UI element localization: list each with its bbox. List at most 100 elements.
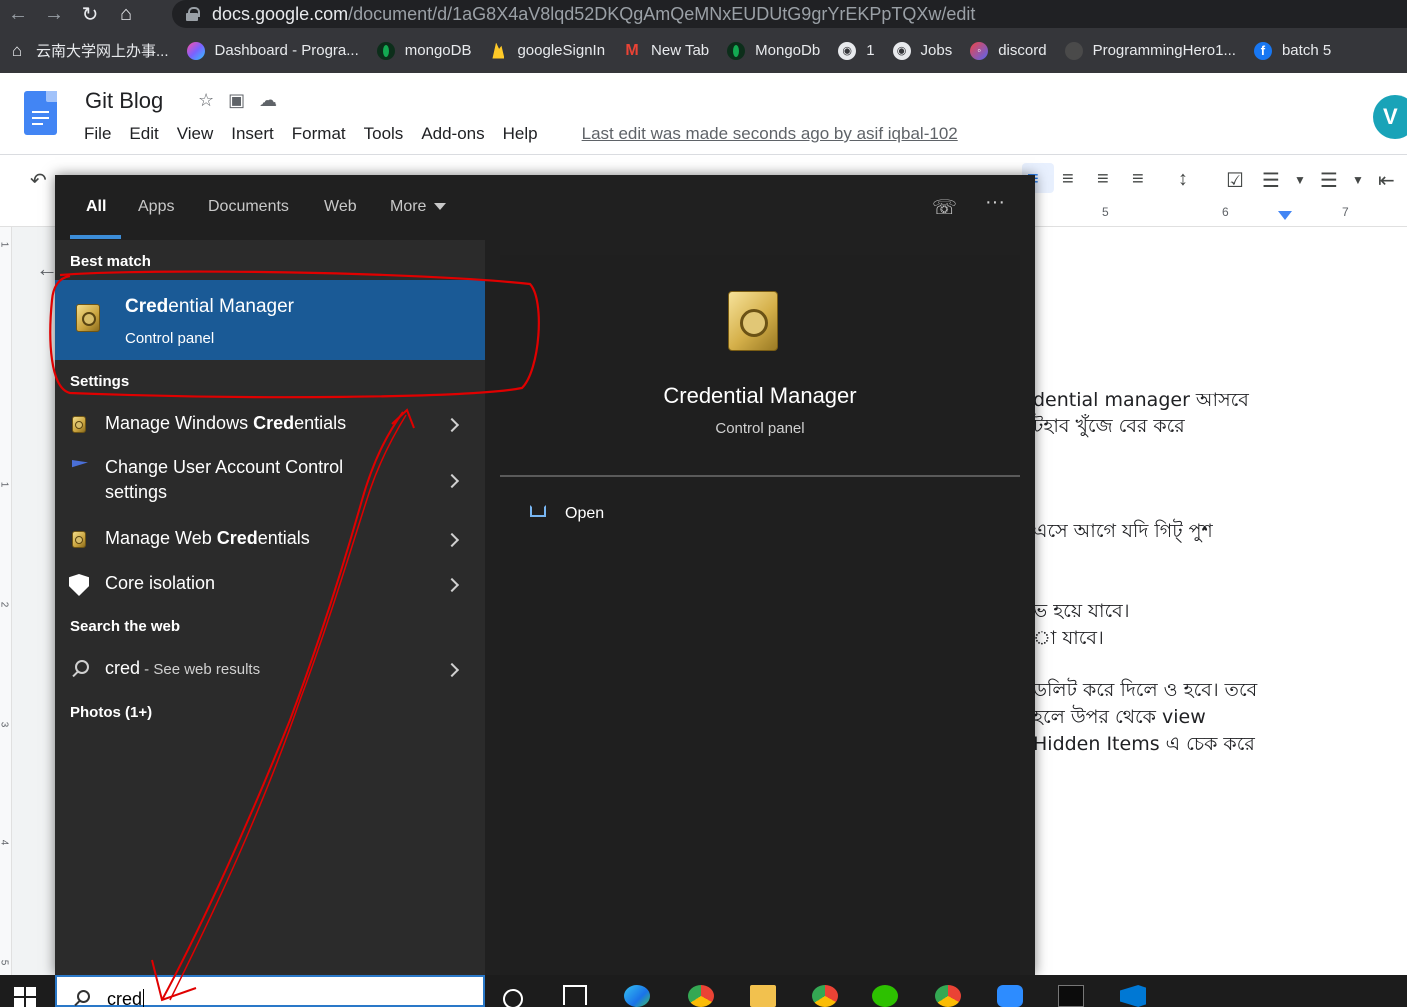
document-title[interactable]: Git Blog <box>85 88 163 114</box>
menu-edit[interactable]: Edit <box>129 124 158 144</box>
line-spacing-icon[interactable]: ↕ <box>1178 168 1188 191</box>
reload-icon[interactable]: ↻ <box>72 0 108 28</box>
docs-logo-icon[interactable] <box>24 91 57 135</box>
result-change-uac-settings[interactable]: Change User Account Control settings <box>55 452 485 512</box>
cloud-status-icon[interactable]: ☁ <box>259 90 277 111</box>
address-bar[interactable]: docs.google.com /document/d/1aG8X4aV8lqd… <box>172 0 1407 28</box>
align-center-icon[interactable]: ≡ <box>1062 168 1074 191</box>
last-edit-link[interactable]: Last edit was made seconds ago by asif i… <box>582 124 958 144</box>
result-web-search[interactable]: cred - See web results <box>55 650 485 690</box>
tab-apps[interactable]: Apps <box>138 198 174 216</box>
chevron-down-icon[interactable]: ▼ <box>1294 173 1306 187</box>
colorful-feather-icon <box>186 41 205 60</box>
more-options-icon[interactable]: ··· <box>985 191 1005 214</box>
star-icon[interactable]: ☆ <box>198 90 214 111</box>
firebase-icon <box>489 42 507 60</box>
tab-documents[interactable]: Documents <box>208 198 289 216</box>
open-icon <box>530 505 546 517</box>
home-icon[interactable]: ⌂ <box>108 0 144 28</box>
ruler-number: 4 <box>0 840 9 846</box>
result-manage-windows-credentials[interactable]: Manage Windows Credentials <box>55 405 485 445</box>
indent-marker-icon[interactable] <box>1278 211 1292 220</box>
result-label: Manage Web Credentials <box>105 526 310 551</box>
avatar[interactable]: V <box>1373 95 1407 139</box>
browser-toolbar: ← → ↻ ⌂ docs.google.com /document/d/1aG8… <box>0 0 1407 28</box>
align-right-icon[interactable]: ≡ <box>1097 168 1109 191</box>
undo-icon[interactable]: ↶ <box>30 168 47 193</box>
bookmark-label: Jobs <box>920 42 953 59</box>
menu-addons[interactable]: Add-ons <box>421 124 484 144</box>
bookmark-item[interactable]: ◦ discord <box>970 41 1047 60</box>
zoom-icon[interactable] <box>997 985 1023 1007</box>
bookmark-item[interactable]: MongoDb <box>727 41 820 60</box>
chrome-icon[interactable] <box>812 985 838 1007</box>
forward-icon[interactable]: → <box>36 0 72 28</box>
shield-icon <box>69 574 89 596</box>
result-core-isolation[interactable]: Core isolation <box>55 565 485 605</box>
chevron-down-icon[interactable]: ▼ <box>1352 173 1364 187</box>
justify-icon[interactable]: ≡ <box>1132 168 1144 191</box>
checklist-icon[interactable]: ☑ <box>1226 168 1244 193</box>
chrome-icon[interactable] <box>935 985 961 1007</box>
cortana-icon[interactable] <box>503 989 523 1007</box>
bookmark-item[interactable]: ◉ Jobs <box>892 41 953 60</box>
task-view-icon[interactable] <box>563 985 587 1005</box>
photos-heading[interactable]: Photos (1+) <box>70 704 152 721</box>
bookmark-label: discord <box>998 42 1047 59</box>
settings-heading: Settings <box>70 373 130 390</box>
chevron-right-icon <box>444 662 460 678</box>
back-icon[interactable]: ← <box>0 0 36 28</box>
bookmark-label: batch 5 <box>1281 42 1332 59</box>
bookmarks-bar: ⌂ 云南大学网上办事... Dashboard - Progra... mongo… <box>0 28 1407 73</box>
bookmark-item[interactable]: ◉ 1 <box>838 41 875 60</box>
ruler-number: 6 <box>1222 205 1229 219</box>
chrome-icon[interactable] <box>688 985 714 1007</box>
taskbar-search-input[interactable]: cred <box>55 975 485 1007</box>
tab-more[interactable]: More <box>390 198 447 216</box>
menu-format[interactable]: Format <box>292 124 346 144</box>
ruler-number: 1 <box>0 242 9 248</box>
open-button[interactable]: Open <box>565 505 604 523</box>
safe-vault-icon <box>72 416 86 433</box>
vscode-icon[interactable] <box>1120 985 1146 1007</box>
bookmark-item[interactable]: ProgrammingHero1... <box>1064 41 1236 60</box>
bookmark-item[interactable]: ⌂ 云南大学网上办事... <box>8 40 169 61</box>
url-path: /document/d/1aG8X4aV8lqd52DKQgAmQeMNxEUD… <box>348 3 976 24</box>
bulleted-list-icon[interactable]: ☰ <box>1262 168 1280 193</box>
bookmark-item[interactable]: f batch 5 <box>1253 41 1332 60</box>
bookmark-label: Dashboard - Progra... <box>214 42 359 59</box>
bookmark-item[interactable]: Dashboard - Progra... <box>186 41 359 60</box>
numbered-list-icon[interactable]: ☰ <box>1320 168 1338 193</box>
result-label-text: Manage Web <box>105 528 217 548</box>
edge-icon[interactable] <box>624 985 650 1007</box>
tab-web[interactable]: Web <box>324 198 357 216</box>
feedback-icon[interactable]: ☏ <box>932 195 957 220</box>
menu-insert[interactable]: Insert <box>231 124 274 144</box>
best-match-credential-manager[interactable]: Credential Manager Control panel <box>55 280 485 360</box>
bookmark-label: googleSignIn <box>517 42 606 59</box>
best-match-title: Credential Manager <box>125 296 294 318</box>
bookmark-item[interactable]: mongoDB <box>376 41 471 60</box>
preview-divider <box>500 475 1020 477</box>
windows-start-icon[interactable] <box>14 987 36 1007</box>
decrease-indent-icon[interactable]: ⇤ <box>1378 168 1395 193</box>
menu-view[interactable]: View <box>177 124 214 144</box>
safe-vault-icon <box>728 291 778 351</box>
windows-search-panel: All Apps Documents Web More ☏ ··· Best m… <box>55 175 1035 975</box>
discord-icon: ◦ <box>970 41 989 60</box>
bookmark-label: ProgrammingHero1... <box>1092 42 1236 59</box>
bookmark-item[interactable]: M New Tab <box>623 42 709 60</box>
menu-file[interactable]: File <box>84 124 111 144</box>
tab-all[interactable]: All <box>86 198 106 216</box>
wechat-icon[interactable] <box>872 985 898 1007</box>
menu-tools[interactable]: Tools <box>364 124 404 144</box>
document-text-line: এসে আগে যদি গিট্‌ পুশ <box>1033 520 1213 542</box>
search-web-heading: Search the web <box>70 618 181 635</box>
file-explorer-icon[interactable] <box>750 985 776 1007</box>
bookmark-item[interactable]: googleSignIn <box>489 42 605 60</box>
move-folder-icon[interactable]: ▣ <box>228 90 245 111</box>
menu-help[interactable]: Help <box>503 124 538 144</box>
result-manage-web-credentials[interactable]: Manage Web Credentials <box>55 520 485 560</box>
web-suffix-text: - See web results <box>140 661 261 678</box>
terminal-icon[interactable] <box>1058 985 1084 1007</box>
